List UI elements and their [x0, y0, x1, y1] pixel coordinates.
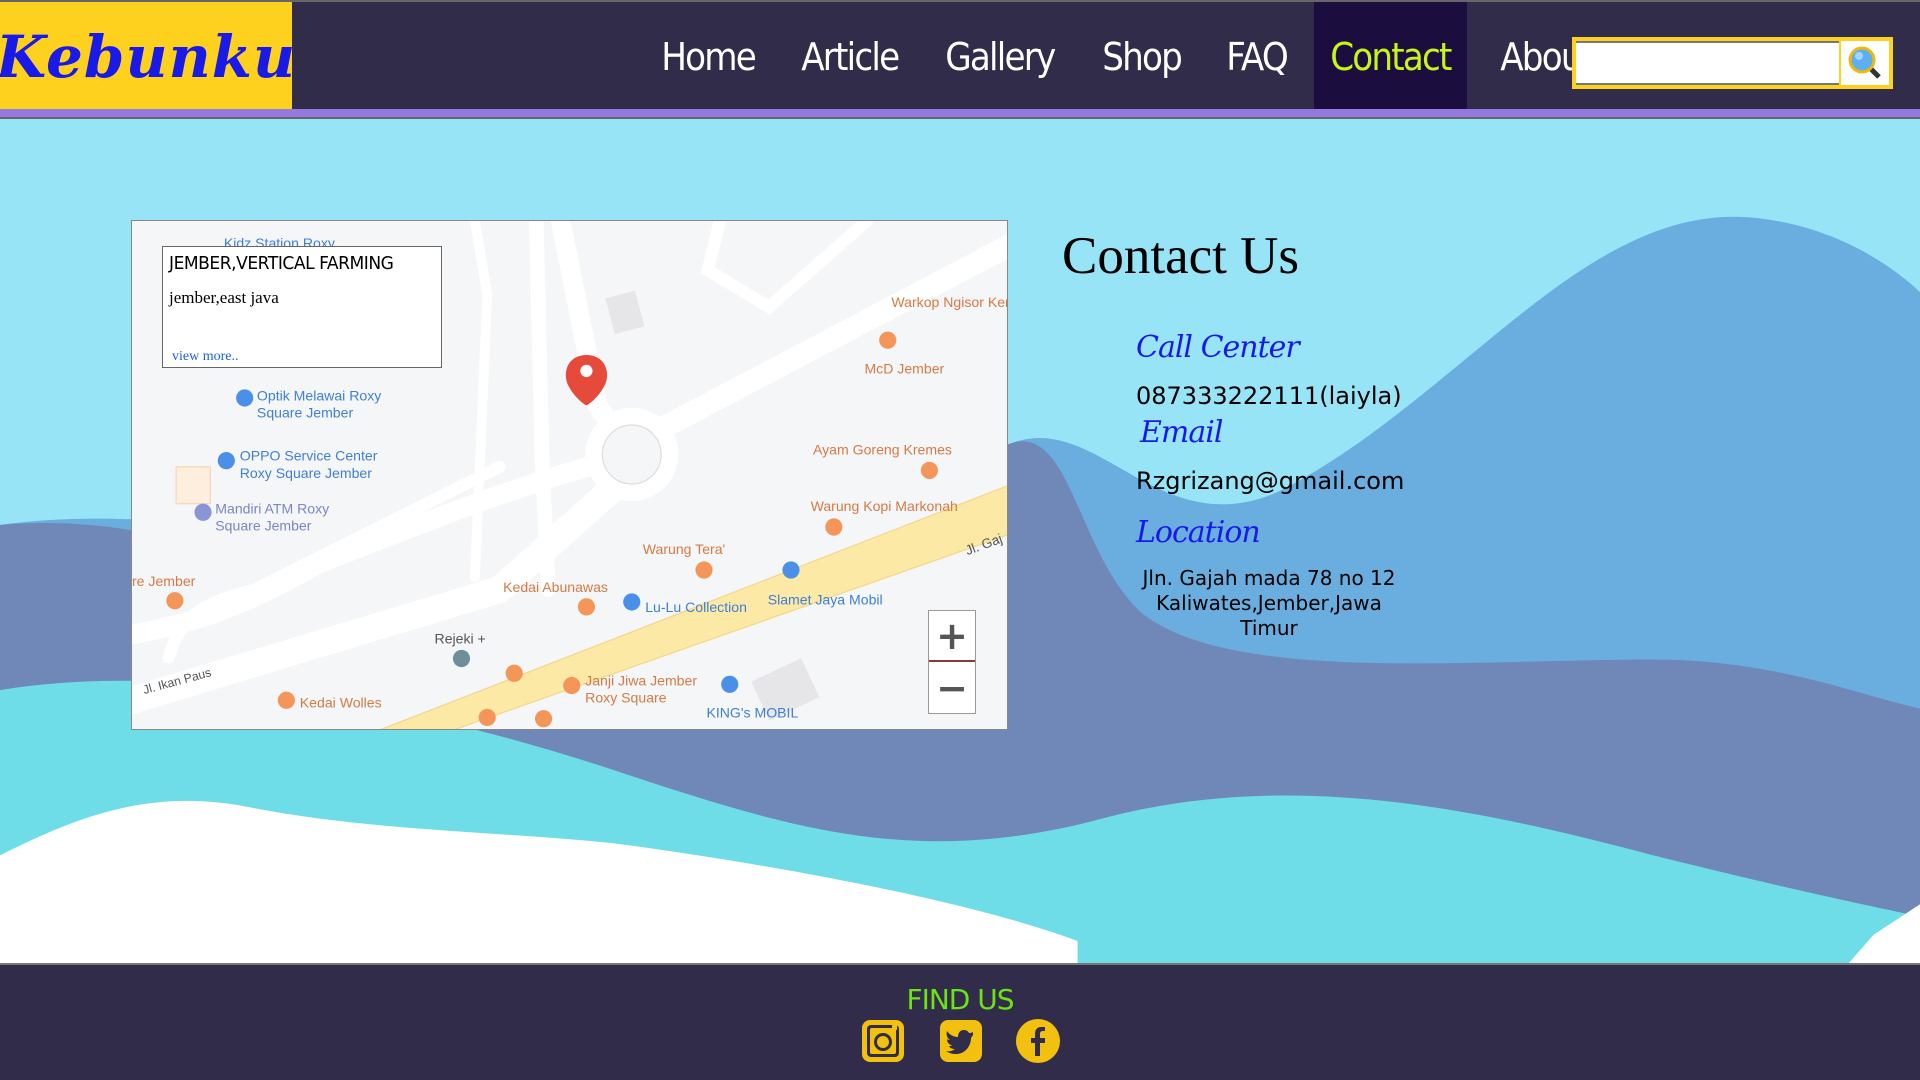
- map-label: Warung Tera': [643, 541, 725, 557]
- map-embed[interactable]: Warkop Ngisor Ker McD Jember Ayam Goreng…: [131, 220, 1008, 730]
- nav-gallery[interactable]: Gallery: [929, 2, 1071, 111]
- map-info-popup: JEMBER,VERTICAL FARMING jember,east java…: [162, 246, 442, 368]
- popup-title: JEMBER,VERTICAL FARMING: [169, 253, 394, 274]
- address-line-2: Kaliwates,Jember,Jawa Timur: [1156, 591, 1382, 640]
- email-label: Email: [1140, 415, 1223, 450]
- nav-shop[interactable]: Shop: [1086, 2, 1197, 111]
- accent-bar: [0, 109, 1920, 119]
- map-label: Warung Kopi Markonah: [811, 498, 958, 514]
- facebook-icon[interactable]: [1015, 1018, 1061, 1064]
- search-icon: [1848, 46, 1881, 79]
- main-nav: Home Article Gallery Shop FAQ Contact Ab…: [645, 2, 1622, 111]
- address: Jln. Gajah mada 78 no 12 Kaliwates,Jembe…: [1128, 566, 1410, 641]
- zoom-in-button[interactable]: +: [929, 611, 975, 662]
- contact-section: Contact Us: [1062, 226, 1299, 286]
- map-label: Square Jember: [215, 518, 312, 534]
- page-title: Contact Us: [1062, 227, 1299, 285]
- map-label: Janji Jiwa Jember: [585, 673, 697, 689]
- map-label: re Jember: [132, 573, 196, 589]
- search-input[interactable]: [1576, 41, 1839, 85]
- map-label: Lu-Lu Collection: [645, 599, 747, 615]
- map-label: Kedai Abunawas: [503, 579, 608, 595]
- popup-subtitle: jember,east java: [169, 288, 279, 307]
- nav-faq[interactable]: FAQ: [1210, 2, 1303, 111]
- map-zoom-controls: + −: [928, 610, 976, 714]
- zoom-out-button[interactable]: −: [929, 662, 975, 713]
- map-label: Ayam Goreng Kremes: [813, 441, 952, 457]
- phone-number: 087333222111(laiyla): [1136, 382, 1402, 410]
- map-label: Rejeki +: [435, 631, 486, 647]
- email-address: Rzgrizang@gmail.com: [1136, 467, 1405, 495]
- call-center-label: Call Center: [1136, 330, 1300, 365]
- find-us-heading: FIND US: [906, 983, 1014, 1016]
- instagram-icon[interactable]: [860, 1018, 906, 1064]
- search-box: [1572, 37, 1893, 89]
- nav-article[interactable]: Article: [785, 2, 915, 111]
- map-label: Kedai Wolles: [300, 695, 382, 711]
- logo-text: Kebunku: [0, 22, 297, 91]
- map-label: Warkop Ngisor Ker: [891, 294, 1008, 310]
- nav-home[interactable]: Home: [645, 2, 771, 111]
- map-label: Roxy Square Jember: [240, 465, 372, 481]
- twitter-icon[interactable]: [938, 1018, 984, 1064]
- address-line-1: Jln. Gajah mada 78 no 12: [1142, 566, 1396, 590]
- header: Kebunku Home Article Gallery Shop FAQ Co…: [0, 0, 1920, 111]
- view-more-link[interactable]: view more..: [172, 349, 238, 365]
- location-label: Location: [1136, 515, 1261, 550]
- map-label: Optik Melawai Roxy: [257, 387, 382, 403]
- footer: FIND US: [0, 963, 1920, 1080]
- map-label: Mandiri ATM Roxy: [215, 500, 330, 516]
- search-button[interactable]: [1839, 41, 1889, 85]
- map-label: Roxy Square: [585, 690, 666, 706]
- map-label: Slamet Jaya Mobil: [768, 591, 883, 607]
- map-label: KING's MOBIL: [706, 704, 798, 720]
- map-label: OPPO Service Center: [240, 448, 378, 464]
- nav-contact[interactable]: Contact: [1313, 2, 1467, 111]
- map-label: McD Jember: [864, 360, 944, 376]
- logo[interactable]: Kebunku: [0, 2, 295, 111]
- map-label: Square Jember: [257, 405, 354, 421]
